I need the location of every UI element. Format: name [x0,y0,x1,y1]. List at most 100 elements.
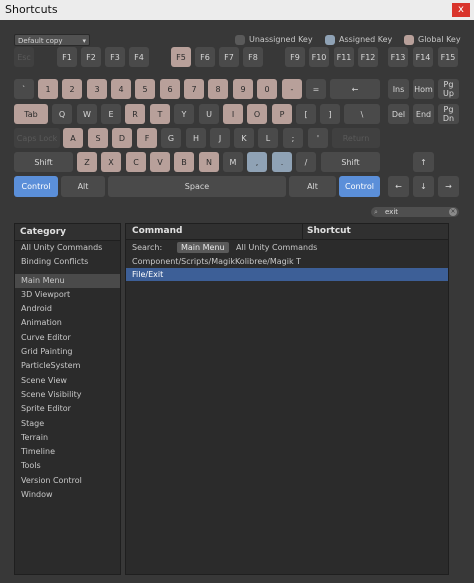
key-w[interactable]: W [77,104,97,124]
key-5[interactable]: 5 [135,79,155,99]
key-k[interactable]: K [234,128,254,148]
key-c[interactable]: C [126,152,146,172]
key-shift[interactable]: Shift [321,152,380,172]
key-l[interactable]: L [258,128,278,148]
key-f11[interactable]: F11 [334,47,354,67]
command-column-header[interactable]: Command [132,224,182,239]
key-s[interactable]: S [88,128,108,148]
key-e[interactable]: E [101,104,121,124]
key-f5[interactable]: F5 [171,47,191,67]
search-input[interactable]: exit [385,207,398,217]
key-symbol[interactable]: , [247,152,267,172]
key-8[interactable]: 8 [208,79,228,99]
key-f8[interactable]: F8 [243,47,263,67]
key-p[interactable]: P [272,104,292,124]
key-symbol[interactable]: = [306,79,326,99]
key-1[interactable]: 1 [38,79,58,99]
key-4[interactable]: 4 [111,79,131,99]
category-item-scene-view[interactable]: Scene View [15,374,120,388]
key-f1[interactable]: F1 [57,47,77,67]
scope-main-menu-toggle[interactable]: Main Menu [177,242,229,253]
category-item-version-control[interactable]: Version Control [15,474,120,488]
key-f14[interactable]: F14 [413,47,433,67]
key-9[interactable]: 9 [233,79,253,99]
key-i[interactable]: I [223,104,243,124]
key-symbol[interactable]: ← [330,79,380,99]
key-f3[interactable]: F3 [105,47,125,67]
category-item-grid-painting[interactable]: Grid Painting [15,345,120,359]
key-del[interactable]: Del [388,104,409,124]
key-a[interactable]: A [63,128,83,148]
key-6[interactable]: 6 [160,79,180,99]
key-t[interactable]: T [150,104,170,124]
key-pg-up[interactable]: Pg Up [438,79,459,99]
key-f9[interactable]: F9 [285,47,305,67]
key-control[interactable]: Control [14,176,58,197]
key-symbol[interactable]: → [438,176,459,197]
category-item-android[interactable]: Android [15,302,120,316]
shortcut-search[interactable]: ⌕ exit × [371,207,459,217]
key-symbol[interactable]: ; [283,128,303,148]
category-item-main-menu[interactable]: Main Menu [15,273,120,288]
key-z[interactable]: Z [77,152,97,172]
key-caps-lock[interactable]: Caps Lock [14,128,60,148]
key-7[interactable]: 7 [184,79,204,99]
category-item-3d-viewport[interactable]: 3D Viewport [15,288,120,302]
key-f4[interactable]: F4 [129,47,149,67]
key-0[interactable]: 0 [257,79,277,99]
command-row[interactable]: File/Exit [126,268,448,281]
key-end[interactable]: End [413,104,434,124]
shortcut-column-header[interactable]: Shortcut [302,224,351,239]
key-alt[interactable]: Alt [289,176,336,197]
key-n[interactable]: N [199,152,219,172]
key-symbol[interactable]: ' [308,128,328,148]
category-item-tools[interactable]: Tools [15,459,120,473]
key-symbol[interactable]: ` [14,79,34,99]
key-esc[interactable]: Esc [14,47,34,67]
category-item-curve-editor[interactable]: Curve Editor [15,331,120,345]
key-u[interactable]: U [199,104,219,124]
category-item-stage[interactable]: Stage [15,417,120,431]
key-y[interactable]: Y [174,104,194,124]
key-symbol[interactable]: ↑ [413,152,434,172]
key-alt[interactable]: Alt [61,176,105,197]
key-3[interactable]: 3 [87,79,107,99]
key-symbol[interactable]: . [272,152,292,172]
key-v[interactable]: V [150,152,170,172]
key-f13[interactable]: F13 [388,47,408,67]
category-item-window[interactable]: Window [15,488,120,502]
key-o[interactable]: O [247,104,267,124]
clear-search-icon[interactable]: × [449,208,457,216]
category-item-animation[interactable]: Animation [15,316,120,330]
key-hom[interactable]: Hom [413,79,434,99]
key-space[interactable]: Space [108,176,286,197]
key-symbol[interactable]: / [296,152,316,172]
key-2[interactable]: 2 [62,79,82,99]
category-item-sprite-editor[interactable]: Sprite Editor [15,402,120,416]
key-return[interactable]: Return [332,128,380,148]
key-m[interactable]: M [223,152,243,172]
category-item-particlesystem[interactable]: ParticleSystem [15,359,120,373]
key-b[interactable]: B [174,152,194,172]
key-f15[interactable]: F15 [438,47,458,67]
key-x[interactable]: X [101,152,121,172]
key-tab[interactable]: Tab [14,104,48,124]
scope-all-commands-toggle[interactable]: All Unity Commands [236,240,317,255]
category-item-terrain[interactable]: Terrain [15,431,120,445]
key-f12[interactable]: F12 [358,47,378,67]
category-item-all-unity-commands[interactable]: All Unity Commands [15,241,120,255]
key-symbol[interactable]: ↓ [413,176,434,197]
category-item-scene-visibility[interactable]: Scene Visibility [15,388,120,402]
key-f7[interactable]: F7 [219,47,239,67]
key-symbol[interactable]: ] [320,104,340,124]
key-f2[interactable]: F2 [81,47,101,67]
category-item-binding-conflicts[interactable]: Binding Conflicts [15,255,120,269]
key-r[interactable]: R [125,104,145,124]
key-j[interactable]: J [210,128,230,148]
key-f10[interactable]: F10 [309,47,329,67]
key-shift[interactable]: Shift [14,152,73,172]
key-q[interactable]: Q [52,104,72,124]
key-h[interactable]: H [186,128,206,148]
command-row[interactable]: Component/Scripts/MagikKolibree/Magik T [126,255,448,268]
profile-dropdown[interactable]: Default copy ▾ [14,34,90,46]
